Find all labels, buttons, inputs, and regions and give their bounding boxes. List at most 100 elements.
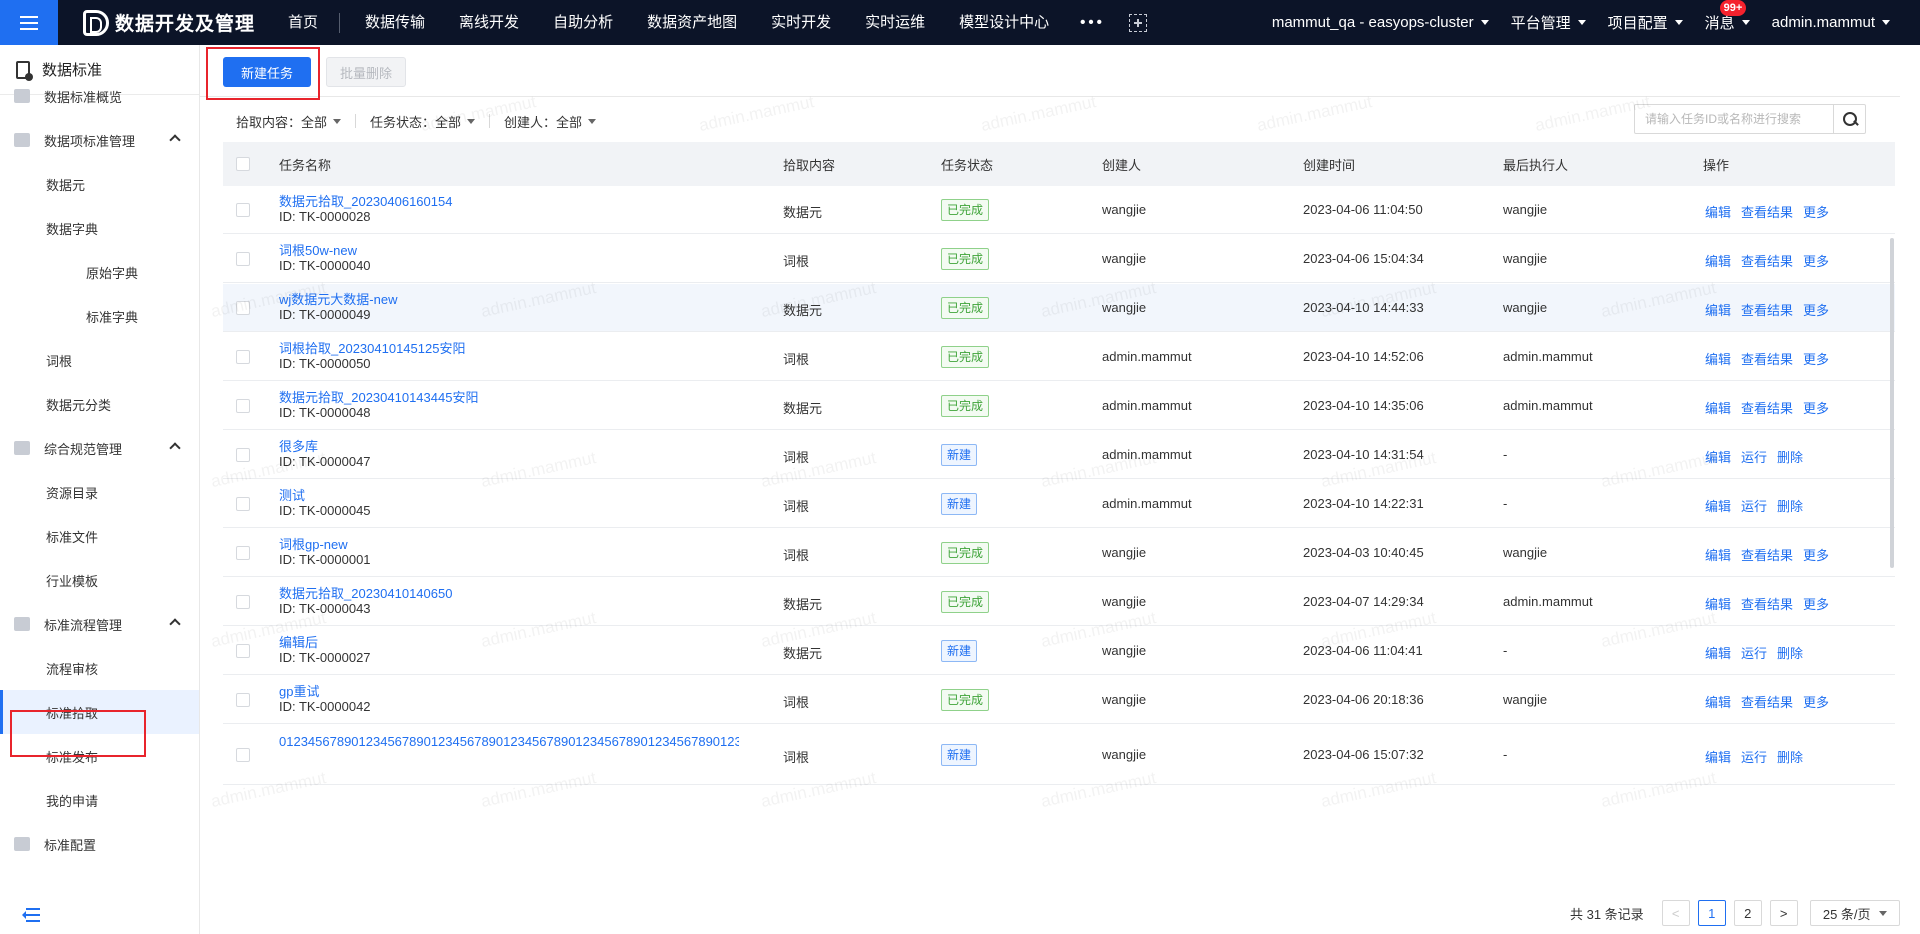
filter-content[interactable]: 拾取内容：全部 bbox=[236, 112, 342, 131]
task-name-link[interactable]: 词根50w-new bbox=[279, 243, 371, 258]
page-2-button[interactable]: 2 bbox=[1733, 900, 1762, 926]
table-row[interactable]: gp重试 ID: TK-0000042 词根 已完成 wangjie 2023-04-06… bbox=[223, 676, 1895, 724]
brand[interactable]: 数据开发及管理 bbox=[83, 9, 255, 36]
sidebar-item-17[interactable]: 标准配置 bbox=[0, 822, 199, 866]
action-link[interactable]: 更多 bbox=[1803, 303, 1829, 318]
sidebar-item-14[interactable]: 标准拾取 bbox=[0, 690, 199, 734]
chevron-up-icon[interactable] bbox=[169, 134, 181, 146]
chevron-up-icon[interactable] bbox=[169, 442, 181, 454]
action-link[interactable]: 编辑 bbox=[1705, 352, 1731, 367]
task-name-link[interactable]: 编辑后 bbox=[279, 635, 371, 650]
next-page-button[interactable]: > bbox=[1769, 900, 1798, 926]
action-link[interactable]: 查看结果 bbox=[1741, 254, 1793, 269]
more-nav-button[interactable]: ••• bbox=[1066, 14, 1119, 31]
action-link[interactable]: 编辑 bbox=[1705, 303, 1731, 318]
sidebar-item-4[interactable]: 原始字典 bbox=[0, 250, 199, 294]
task-name-link[interactable]: 数据元拾取_20230410143445安阳 bbox=[279, 390, 478, 405]
new-task-button[interactable]: 新建任务 bbox=[223, 57, 311, 87]
sidebar-item-6[interactable]: 词根 bbox=[0, 338, 199, 382]
action-link[interactable]: 查看结果 bbox=[1741, 695, 1793, 710]
project-config-menu[interactable]: 项目配置 bbox=[1597, 12, 1694, 33]
task-name-link[interactable]: 数据元拾取_20230406160154 bbox=[279, 194, 452, 209]
action-link[interactable]: 编辑 bbox=[1705, 548, 1731, 563]
sidebar-item-9[interactable]: 资源目录 bbox=[0, 470, 199, 514]
row-checkbox[interactable] bbox=[236, 301, 250, 315]
row-checkbox[interactable] bbox=[236, 497, 250, 511]
action-link[interactable]: 运行 bbox=[1741, 750, 1767, 765]
action-link[interactable]: 编辑 bbox=[1705, 646, 1731, 661]
sidebar-item-12[interactable]: 标准流程管理 bbox=[0, 602, 199, 646]
row-checkbox[interactable] bbox=[236, 595, 250, 609]
messages-menu[interactable]: 消息 99+ bbox=[1694, 0, 1761, 33]
search-input[interactable] bbox=[1635, 105, 1831, 133]
row-checkbox[interactable] bbox=[236, 448, 250, 462]
row-checkbox[interactable] bbox=[236, 350, 250, 364]
action-link[interactable]: 编辑 bbox=[1705, 750, 1731, 765]
table-row[interactable]: 词根拾取_20230410145125安阳 ID: TK-0000050 词根 已完成… bbox=[223, 333, 1895, 381]
prev-page-button[interactable]: < bbox=[1661, 900, 1690, 926]
nav-item-home[interactable]: 首页 bbox=[271, 0, 335, 45]
task-name-link[interactable]: wj数据元大数据-new bbox=[279, 292, 397, 307]
table-row[interactable]: 词根50w-new ID: TK-0000040 词根 已完成 wangjie 2023-… bbox=[223, 235, 1895, 283]
menu-toggle-button[interactable] bbox=[0, 0, 58, 45]
sidebar-item-0[interactable]: 数据标准概览 bbox=[0, 74, 199, 118]
table-row[interactable]: 数据元拾取_20230410140650 ID: TK-0000043 数据元 已完成… bbox=[223, 578, 1895, 626]
action-link[interactable]: 删除 bbox=[1777, 646, 1803, 661]
collapse-sidebar-icon[interactable] bbox=[22, 908, 40, 922]
task-name-link[interactable]: 数据元拾取_20230410140650 bbox=[279, 586, 452, 601]
task-name-link[interactable]: 0123456789012345678901234567890123456789… bbox=[279, 734, 739, 749]
cluster-selector[interactable]: mammut_qa - easyops-cluster bbox=[1261, 14, 1500, 31]
table-row[interactable]: 编辑后 ID: TK-0000027 数据元 新建 wangjie 2023-04-06 … bbox=[223, 627, 1895, 675]
sidebar-item-15[interactable]: 标准发布 bbox=[0, 734, 199, 778]
action-link[interactable]: 编辑 bbox=[1705, 205, 1731, 220]
sidebar-item-8[interactable]: 综合规范管理 bbox=[0, 426, 199, 470]
table-row[interactable]: 0123456789012345678901234567890123456789… bbox=[223, 725, 1895, 785]
scrollbar-thumb[interactable] bbox=[1890, 238, 1894, 568]
action-link[interactable]: 更多 bbox=[1803, 695, 1829, 710]
row-checkbox[interactable] bbox=[236, 748, 250, 762]
sidebar-item-2[interactable]: 数据元 bbox=[0, 162, 199, 206]
action-link[interactable]: 更多 bbox=[1803, 205, 1829, 220]
action-link[interactable]: 查看结果 bbox=[1741, 548, 1793, 563]
nav-item-realtime-dev[interactable]: 实时开发 bbox=[754, 0, 848, 45]
fullscreen-icon[interactable] bbox=[1128, 13, 1147, 32]
table-row[interactable]: 数据元拾取_20230406160154 ID: TK-0000028 数据元 已完成… bbox=[223, 186, 1895, 234]
row-checkbox[interactable] bbox=[236, 399, 250, 413]
sidebar-item-13[interactable]: 流程审核 bbox=[0, 646, 199, 690]
nav-item-data-transfer[interactable]: 数据传输 bbox=[348, 0, 442, 45]
action-link[interactable]: 更多 bbox=[1803, 597, 1829, 612]
sidebar-item-1[interactable]: 数据项标准管理 bbox=[0, 118, 199, 162]
table-scrollbar[interactable] bbox=[1889, 186, 1895, 902]
chevron-up-icon[interactable] bbox=[169, 618, 181, 630]
sidebar-item-7[interactable]: 数据元分类 bbox=[0, 382, 199, 426]
action-link[interactable]: 运行 bbox=[1741, 450, 1767, 465]
sidebar-item-11[interactable]: 行业模板 bbox=[0, 558, 199, 602]
search-icon[interactable] bbox=[1833, 105, 1865, 133]
action-link[interactable]: 查看结果 bbox=[1741, 597, 1793, 612]
action-link[interactable]: 删除 bbox=[1777, 450, 1803, 465]
action-link[interactable]: 编辑 bbox=[1705, 499, 1731, 514]
row-checkbox[interactable] bbox=[236, 693, 250, 707]
row-checkbox[interactable] bbox=[236, 546, 250, 560]
action-link[interactable]: 查看结果 bbox=[1741, 401, 1793, 416]
action-link[interactable]: 更多 bbox=[1803, 254, 1829, 269]
table-row[interactable]: 词根gp-new ID: TK-0000001 词根 已完成 wangjie 2023-0… bbox=[223, 529, 1895, 577]
action-link[interactable]: 查看结果 bbox=[1741, 303, 1793, 318]
user-menu[interactable]: admin.mammut bbox=[1761, 14, 1920, 31]
sidebar-item-10[interactable]: 标准文件 bbox=[0, 514, 199, 558]
task-name-link[interactable]: 词根gp-new bbox=[279, 537, 371, 552]
row-checkbox[interactable] bbox=[236, 203, 250, 217]
action-link[interactable]: 编辑 bbox=[1705, 695, 1731, 710]
action-link[interactable]: 更多 bbox=[1803, 548, 1829, 563]
table-row[interactable]: 测试 ID: TK-0000045 词根 新建 admin.mammut 2023-04-… bbox=[223, 480, 1895, 528]
nav-item-model-design[interactable]: 模型设计中心 bbox=[942, 0, 1066, 45]
action-link[interactable]: 删除 bbox=[1777, 750, 1803, 765]
page-size-select[interactable]: 25 条/页 bbox=[1809, 900, 1900, 926]
action-link[interactable]: 编辑 bbox=[1705, 597, 1731, 612]
nav-item-realtime-ops[interactable]: 实时运维 bbox=[848, 0, 942, 45]
nav-item-asset-map[interactable]: 数据资产地图 bbox=[630, 0, 754, 45]
platform-mgmt-menu[interactable]: 平台管理 bbox=[1500, 12, 1597, 33]
table-row[interactable]: 很多库 ID: TK-0000047 词根 新建 admin.mammut 2023-04… bbox=[223, 431, 1895, 479]
action-link[interactable]: 运行 bbox=[1741, 499, 1767, 514]
nav-item-self-analysis[interactable]: 自助分析 bbox=[536, 0, 630, 45]
